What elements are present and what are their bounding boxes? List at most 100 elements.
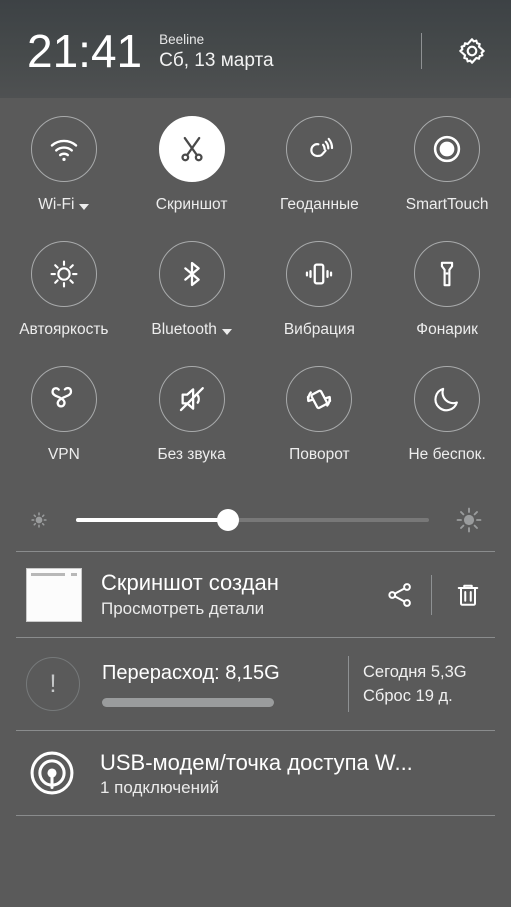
tile-label-text: Поворот: [289, 446, 350, 463]
notification-text: Скриншот создан Просмотреть детали: [101, 570, 377, 619]
thumbnail-line: [31, 572, 66, 576]
notification-subtitle[interactable]: Просмотреть детали: [101, 598, 377, 619]
warning-circle-icon: !: [26, 657, 80, 711]
tile-label-text: Скриншот: [155, 196, 228, 213]
notification-screenshot[interactable]: Скриншот создан Просмотреть детали: [0, 552, 511, 637]
tile-wifi[interactable]: Wi-Fi: [0, 116, 128, 241]
screenshot-thumbnail[interactable]: [26, 567, 82, 622]
tile-auto-brightness[interactable]: Автояркость: [0, 241, 128, 366]
wifi-icon: [50, 139, 78, 161]
tile-bluetooth[interactable]: Bluetooth: [128, 241, 256, 366]
notification-data-usage[interactable]: ! Перерасход: 8,15G Сегодня 5,3G Сброс 1…: [0, 638, 511, 730]
share-button[interactable]: [377, 580, 423, 610]
tile-rotate-circle: [286, 366, 353, 432]
mute-icon: [179, 387, 204, 412]
scissors-icon: [181, 136, 203, 162]
tile-smarttouch-label-wrap: SmartTouch: [406, 196, 489, 214]
quick-tiles-grid: Wi-Fi Скриншот Геоданные SmartTouch Авто…: [0, 98, 511, 491]
tile-bluetooth-circle: [158, 241, 225, 307]
tile-do-not-disturb-circle: [414, 366, 481, 432]
tile-label-text: VPN: [47, 446, 80, 463]
location-touch-icon: [310, 137, 333, 157]
tile-geodata[interactable]: Геоданные: [256, 116, 384, 241]
tile-label-text: Не беспок.: [408, 446, 486, 463]
share-icon: [388, 582, 411, 607]
gear-icon[interactable]: [456, 35, 488, 67]
brightness-track[interactable]: [76, 509, 429, 531]
notification-hotspot[interactable]: USB-модем/точка доступа W... 1 подключен…: [0, 731, 511, 815]
data-usage-main: Перерасход: 8,15G: [102, 661, 348, 707]
rotate-icon: [307, 389, 332, 410]
tile-mute-circle: [158, 366, 225, 432]
bluetooth-icon: [183, 261, 200, 287]
tile-row: Wi-Fi Скриншот Геоданные SmartTouch: [0, 116, 511, 241]
tile-label-text: Фонарик: [416, 321, 478, 338]
moon-icon: [434, 387, 459, 412]
vpn-key-icon: [51, 386, 72, 408]
tile-do-not-disturb-label-wrap: Не беспок.: [408, 446, 485, 464]
tile-screenshot-circle: [158, 116, 225, 182]
tile-label-text: SmartTouch: [405, 196, 489, 213]
tile-vibration-circle: [286, 241, 353, 307]
tile-label-text: Bluetooth: [151, 321, 217, 338]
tile-geodata-circle: [286, 116, 353, 182]
data-usage-details: Сегодня 5,3G Сброс 19 д.: [348, 656, 491, 712]
tile-screenshot[interactable]: Скриншот: [128, 116, 256, 241]
date-label: Сб, 13 марта: [159, 49, 274, 71]
data-usage-today: Сегодня 5,3G: [363, 663, 467, 681]
tile-vibration-label-wrap: Вибрация: [284, 321, 355, 339]
flashlight-icon: [440, 261, 454, 287]
tile-smarttouch[interactable]: SmartTouch: [383, 116, 511, 241]
chevron-down-icon[interactable]: [221, 329, 232, 335]
hotspot-subtitle: 1 подключений: [100, 777, 219, 797]
data-usage-progress: [102, 698, 275, 707]
tile-row: Автояркость Bluetooth Вибрация Фонарик: [0, 241, 511, 366]
tile-mute-label-wrap: Без звука: [157, 446, 225, 464]
data-usage-reset: Сброс 19 д.: [363, 687, 453, 705]
tile-wifi-label-wrap: Wi-Fi: [38, 196, 90, 214]
tile-auto-brightness-label-wrap: Автояркость: [19, 321, 108, 339]
brightness-high-icon: [456, 507, 482, 533]
tile-label-text: Без звука: [157, 446, 226, 463]
clock: 21:41: [27, 25, 143, 77]
tile-smarttouch-circle: [414, 116, 481, 182]
brightness-thumb[interactable]: [216, 509, 239, 531]
data-divider: [348, 656, 349, 712]
tile-row: VPN Без звука Поворот Не беспок.: [0, 366, 511, 491]
tile-label-text: Wi-Fi: [38, 196, 75, 213]
tile-flashlight-label-wrap: Фонарик: [416, 321, 478, 339]
tile-vibration[interactable]: Вибрация: [256, 241, 384, 366]
action-divider: [431, 574, 432, 615]
notification-actions: [377, 574, 491, 615]
status-header: 21:41 Beeline Сб, 13 марта: [0, 0, 511, 98]
tile-do-not-disturb[interactable]: Не беспок.: [383, 366, 511, 491]
tile-label-text: Геоданные: [279, 196, 359, 213]
brightness-slider-row[interactable]: [0, 489, 511, 551]
hotspot-icon: [30, 751, 74, 795]
hotspot-title: USB-модем/точка доступа W...: [100, 749, 413, 775]
tile-rotate[interactable]: Поворот: [256, 366, 384, 491]
hotspot-text: USB-модем/точка доступа W... 1 подключен…: [100, 749, 491, 798]
tile-flashlight-circle: [414, 241, 481, 307]
tile-flashlight[interactable]: Фонарик: [383, 241, 511, 366]
smarttouch-icon: [433, 135, 461, 163]
tile-vpn-label-wrap: VPN: [48, 446, 80, 464]
tile-vpn[interactable]: VPN: [0, 366, 128, 491]
data-usage-title: Перерасход: 8,15G: [102, 662, 280, 684]
tile-auto-brightness-circle: [30, 241, 97, 307]
divider: [16, 815, 495, 816]
tile-mute[interactable]: Без звука: [128, 366, 256, 491]
tile-wifi-circle: [30, 116, 97, 182]
thumbnail-line: [71, 572, 77, 576]
tile-label-text: Вибрация: [283, 321, 355, 338]
chevron-down-icon[interactable]: [79, 204, 90, 210]
notification-title: Скриншот создан: [101, 570, 279, 595]
vibration-icon: [306, 263, 333, 285]
brightness-low-icon: [31, 512, 47, 528]
carrier-label: Beeline: [159, 31, 205, 47]
delete-button[interactable]: [445, 580, 491, 610]
header-divider: [421, 33, 422, 69]
tile-bluetooth-label-wrap: Bluetooth: [151, 321, 232, 339]
tile-label-text: Автояркость: [19, 321, 109, 338]
quick-settings-panel: 21:41 Beeline Сб, 13 марта Wi-Fi Скриншо…: [0, 0, 511, 907]
